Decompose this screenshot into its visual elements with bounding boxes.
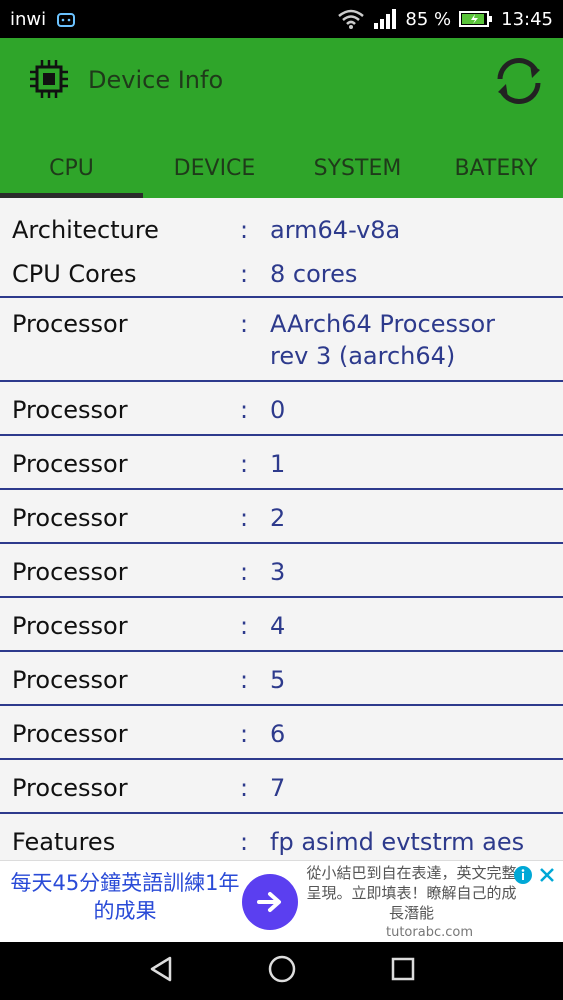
tab-device[interactable]: DEVICE xyxy=(143,138,286,198)
back-icon xyxy=(150,956,171,982)
row-key: Processor xyxy=(12,612,128,640)
tab-cpu[interactable]: CPU xyxy=(0,138,143,198)
list-item: Processor : 2 xyxy=(0,490,563,544)
list-item: Processor : 3 xyxy=(0,544,563,598)
row-value: 3 xyxy=(270,558,286,586)
row-value: 5 xyxy=(270,666,286,694)
row-value: AArch64 Processor rev 3 (aarch64) xyxy=(270,310,496,370)
list-item: Processor : 4 xyxy=(0,598,563,652)
home-button[interactable] xyxy=(267,954,297,988)
row-separator: : xyxy=(240,828,249,856)
recents-icon xyxy=(391,957,414,981)
row-key: Architecture xyxy=(12,216,159,244)
ad-banner[interactable]: 每天45分鐘英語訓練1年的成果 從小結巴到自在表達，英文完整呈現。立即填表！瞭解… xyxy=(0,860,563,942)
row-key: Processor xyxy=(12,396,128,424)
home-icon xyxy=(268,955,295,983)
ad-domain: tutorabc.com xyxy=(386,925,473,940)
list-item: Processor : 0 xyxy=(0,382,563,436)
tab-battery[interactable]: BATERY xyxy=(429,138,563,198)
refresh-icon xyxy=(497,57,541,105)
app-bar: Device Info CPU DEVICE SYSTEM BATERY xyxy=(0,38,563,198)
row-value: arm64-v8a xyxy=(270,216,401,244)
row-value: 2 xyxy=(270,504,286,532)
signal-icon xyxy=(373,9,397,29)
row-value: 4 xyxy=(270,612,286,640)
arrow-right-icon xyxy=(257,892,281,912)
recents-button[interactable] xyxy=(388,954,418,988)
row-separator: : xyxy=(240,504,249,532)
row-value: 8 cores xyxy=(270,260,358,288)
list-item: Architecture : arm64-v8a xyxy=(0,198,563,248)
row-key: Processor xyxy=(12,450,128,478)
row-value: fp asimd evtstrm aes pmull sha1 sha2 crc… xyxy=(270,828,525,856)
chip-icon xyxy=(28,58,70,100)
app-title: Device Info xyxy=(88,66,224,94)
tab-system[interactable]: SYSTEM xyxy=(286,138,429,198)
wifi-icon xyxy=(337,9,365,29)
row-separator: : xyxy=(240,666,249,694)
list-item: Features : fp asimd evtstrm aes pmull sh… xyxy=(0,814,563,860)
list-item: Processor : AArch64 Processor rev 3 (aar… xyxy=(0,298,563,382)
row-key: CPU Cores xyxy=(12,260,137,288)
row-separator: : xyxy=(240,260,249,288)
battery-icon xyxy=(459,10,493,28)
tab-bar: CPU DEVICE SYSTEM BATERY xyxy=(0,138,563,198)
cpu-info-list[interactable]: Architecture : arm64-v8a CPU Cores : 8 c… xyxy=(0,198,563,860)
row-separator: : xyxy=(240,396,249,424)
ad-controls xyxy=(513,865,557,889)
row-separator: : xyxy=(240,310,249,338)
navigation-bar xyxy=(0,942,563,1000)
row-value: 1 xyxy=(270,450,286,478)
row-separator: : xyxy=(240,774,249,802)
clock: 13:45 xyxy=(501,8,553,30)
toolbar: Device Info xyxy=(0,38,563,124)
row-separator: : xyxy=(240,720,249,748)
row-separator: : xyxy=(240,612,249,640)
row-separator: : xyxy=(240,558,249,586)
row-key: Processor xyxy=(12,310,128,338)
back-button[interactable] xyxy=(146,954,176,988)
row-key: Processor xyxy=(12,666,128,694)
ad-headline: 每天45分鐘英語訓練1年的成果 xyxy=(10,871,240,923)
row-key: Processor xyxy=(12,720,128,748)
row-key: Processor xyxy=(12,504,128,532)
ad-info-icon[interactable] xyxy=(513,865,533,889)
list-item: Processor : 1 xyxy=(0,436,563,490)
row-value: 7 xyxy=(270,774,286,802)
ad-action-button[interactable] xyxy=(242,874,298,930)
status-bar: inwi 85 % 13:45 xyxy=(0,0,563,38)
battery-percent: 85 % xyxy=(405,8,452,30)
list-item: Processor : 6 xyxy=(0,706,563,760)
carrier-label: inwi xyxy=(10,8,47,30)
android-notification-icon xyxy=(56,10,76,28)
ad-close-icon[interactable] xyxy=(537,865,557,889)
row-value: 0 xyxy=(270,396,286,424)
row-separator: : xyxy=(240,450,249,478)
row-key: Processor xyxy=(12,774,128,802)
row-key: Processor xyxy=(12,558,128,586)
list-item: Processor : 5 xyxy=(0,652,563,706)
row-value: 6 xyxy=(270,720,286,748)
row-key: Features xyxy=(12,828,116,856)
list-item: Processor : 7 xyxy=(0,760,563,814)
refresh-button[interactable] xyxy=(492,54,546,108)
list-item: CPU Cores : 8 cores xyxy=(0,248,563,298)
row-separator: : xyxy=(240,216,249,244)
